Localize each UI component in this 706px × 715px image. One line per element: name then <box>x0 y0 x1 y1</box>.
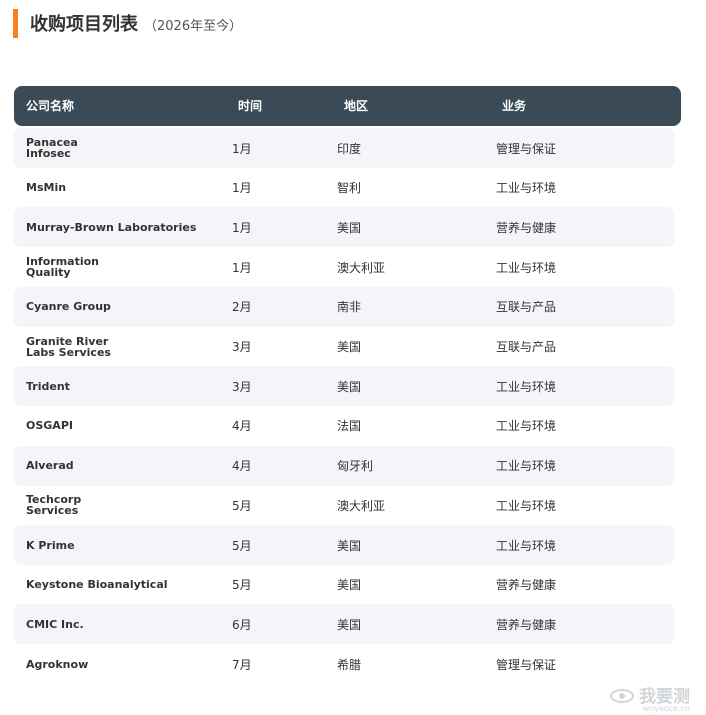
region-cell: 法国 <box>337 419 362 434</box>
company-cell: K Prime <box>26 538 75 552</box>
table-row: MsMin 1月 智利 工业与环境 <box>14 168 674 208</box>
table-row: Trident 3月 美国 工业与环境 <box>14 366 674 407</box>
region-cell: 希腊 <box>337 657 362 672</box>
table-row: Murray-Brown Laboratories 1月 美国 营养与健康 <box>14 207 674 248</box>
table-row: Cyanre Group 2月 南非 互联与产品 <box>14 286 674 327</box>
table-row: Keystone Bioanalytical 5月 美国 营养与健康 <box>14 565 674 605</box>
table-row: Information Quality 1月 澳大利亚 工业与环境 <box>14 247 674 287</box>
table-row: Alverad 4月 匈牙利 工业与环境 <box>14 445 674 486</box>
time-cell: 5月 <box>232 538 252 553</box>
region-cell: 澳大利亚 <box>337 498 386 513</box>
region-cell: 澳大利亚 <box>337 260 386 275</box>
company-cell: Information Quality <box>26 255 99 280</box>
column-header-company: 公司名称 <box>26 99 75 113</box>
column-header-time: 时间 <box>238 99 263 113</box>
business-cell: 工业与环境 <box>496 538 557 553</box>
region-cell: 匈牙利 <box>337 459 374 474</box>
region-cell: 南非 <box>337 300 362 315</box>
watermark-sub: woyaoce.cn <box>642 704 690 713</box>
business-cell: 工业与环境 <box>496 419 557 434</box>
time-cell: 5月 <box>232 498 252 513</box>
business-cell: 工业与环境 <box>496 379 557 394</box>
business-cell: 营养与健康 <box>496 578 557 593</box>
business-cell: 管理与保证 <box>496 141 557 156</box>
time-cell: 4月 <box>232 459 252 474</box>
region-cell: 美国 <box>337 340 362 354</box>
time-cell: 1月 <box>232 220 252 235</box>
business-cell: 互联与产品 <box>496 300 557 315</box>
business-cell: 互联与产品 <box>496 340 557 354</box>
company-cell: Murray-Brown Laboratories <box>26 220 197 234</box>
table-row: OSGAPI 4月 法国 工业与环境 <box>14 406 674 446</box>
company-cell: MsMin <box>26 181 67 195</box>
table-row: Granite River Labs Services 3月 美国 互联与产品 <box>14 327 674 367</box>
time-cell: 3月 <box>232 379 252 394</box>
company-cell: Techcorp Services <box>26 493 82 518</box>
region-cell: 美国 <box>337 538 362 553</box>
business-cell: 工业与环境 <box>496 498 557 513</box>
time-cell: 5月 <box>232 578 252 593</box>
company-cell: Granite River Labs Services <box>26 334 111 359</box>
business-cell: 管理与保证 <box>496 657 557 672</box>
column-header-business: 业务 <box>502 99 527 113</box>
page-title-bar: 收购项目列表 （2026年至今） <box>13 8 243 38</box>
region-cell: 智利 <box>337 181 362 196</box>
company-cell: Trident <box>26 379 70 393</box>
company-cell: Agroknow <box>26 657 89 671</box>
watermark: 我要测 woyaoce.cn <box>609 682 690 713</box>
time-cell: 4月 <box>232 419 252 434</box>
time-cell: 1月 <box>232 260 252 275</box>
table-row: Panacea Infosec 1月 印度 管理与保证 <box>14 128 674 168</box>
business-cell: 工业与环境 <box>496 459 557 474</box>
region-cell: 美国 <box>337 379 362 394</box>
time-cell: 1月 <box>232 141 252 156</box>
table-row: Agroknow 7月 希腊 管理与保证 <box>14 644 674 684</box>
time-cell: 7月 <box>232 657 252 672</box>
table-row: K Prime 5月 美国 工业与环境 <box>14 525 674 565</box>
company-cell: CMIC Inc. <box>26 617 84 631</box>
page-title: 收购项目列表 <box>30 14 138 35</box>
time-cell: 3月 <box>232 340 252 354</box>
time-cell: 2月 <box>232 300 252 315</box>
region-cell: 美国 <box>337 617 362 632</box>
column-header-region: 地区 <box>344 99 369 113</box>
time-cell: 1月 <box>232 181 252 196</box>
title-accent-bar <box>13 8 18 38</box>
company-cell: Alverad <box>26 459 74 473</box>
table-row: CMIC Inc. 6月 美国 营养与健康 <box>14 604 674 645</box>
time-cell: 6月 <box>232 617 252 632</box>
business-cell: 营养与健康 <box>496 220 557 235</box>
table-row: Techcorp Services 5月 澳大利亚 工业与环境 <box>14 485 674 525</box>
region-cell: 印度 <box>337 141 362 156</box>
company-cell: Keystone Bioanalytical <box>26 578 168 592</box>
business-cell: 营养与健康 <box>496 617 557 632</box>
page-subtitle: （2026年至今） <box>144 19 243 34</box>
region-cell: 美国 <box>337 578 362 593</box>
business-cell: 工业与环境 <box>496 260 557 275</box>
company-cell: Cyanre Group <box>26 300 111 314</box>
company-cell: OSGAPI <box>26 419 73 433</box>
business-cell: 工业与环境 <box>496 181 557 196</box>
region-cell: 美国 <box>337 220 362 235</box>
watermark-logo-icon <box>610 688 634 703</box>
company-cell: Panacea Infosec <box>26 136 78 160</box>
acquisition-table: 公司名称 时间 地区 业务 Panacea Infosec 1月 印度 管理与保证 Ms… <box>14 86 681 672</box>
table-header: 公司名称 时间 地区 业务 <box>14 86 681 126</box>
